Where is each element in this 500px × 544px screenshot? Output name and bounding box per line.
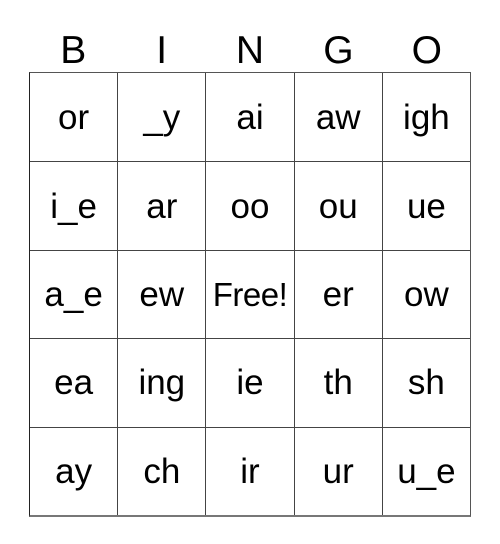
bingo-header-i: I xyxy=(156,29,168,72)
bingo-cell[interactable]: u_e xyxy=(381,426,471,515)
bingo-cell[interactable]: ch xyxy=(117,426,206,515)
bingo-row: ay ch ir ur u_e xyxy=(30,426,471,515)
bingo-cell[interactable]: ea xyxy=(30,338,118,427)
bingo-header-o: O xyxy=(411,29,442,72)
bingo-cell[interactable]: ie xyxy=(205,338,294,427)
bingo-row: or _y ai aw igh xyxy=(30,73,471,162)
bingo-cell[interactable]: or xyxy=(30,73,118,162)
bingo-cell[interactable]: ue xyxy=(381,161,471,250)
bingo-grid: or _y ai aw igh i_e ar oo ou ue a_e ew F… xyxy=(29,72,471,517)
bingo-row: i_e ar oo ou ue xyxy=(30,161,471,250)
bingo-cell[interactable]: th xyxy=(293,338,382,427)
bingo-cell[interactable]: oo xyxy=(205,161,294,250)
bingo-header-g: G xyxy=(323,29,354,72)
bingo-cell[interactable]: sh xyxy=(381,338,471,427)
bingo-cell[interactable]: ar xyxy=(117,161,206,250)
bingo-cell[interactable]: ay xyxy=(30,426,118,515)
bingo-header-n: N xyxy=(235,29,265,72)
bingo-cell[interactable]: ai xyxy=(205,73,294,162)
bingo-cell[interactable]: er xyxy=(293,249,382,339)
bingo-cell[interactable]: ow xyxy=(381,249,471,339)
bingo-row: ea ing ie th sh xyxy=(30,338,471,427)
bingo-header-row: B I N G O xyxy=(29,20,471,72)
bingo-cell[interactable]: a_e xyxy=(30,249,118,339)
bingo-cell[interactable]: ew xyxy=(117,249,206,339)
bingo-cell[interactable]: igh xyxy=(381,73,471,162)
bingo-cell[interactable]: ou xyxy=(293,161,382,250)
bingo-cell-free-space[interactable]: Free! xyxy=(205,249,294,339)
bingo-cell[interactable]: ir xyxy=(205,426,294,515)
bingo-header-b: B xyxy=(60,29,87,72)
bingo-cell[interactable]: _y xyxy=(117,73,206,162)
bingo-cell[interactable]: ur xyxy=(293,426,382,515)
bingo-cell[interactable]: ing xyxy=(117,338,206,427)
bingo-row: a_e ew Free! er ow xyxy=(30,249,471,339)
bingo-card: B I N G O or _y ai aw igh i_e ar oo ou u… xyxy=(29,20,471,517)
bingo-cell[interactable]: i_e xyxy=(30,161,118,250)
bingo-cell[interactable]: aw xyxy=(293,73,382,162)
